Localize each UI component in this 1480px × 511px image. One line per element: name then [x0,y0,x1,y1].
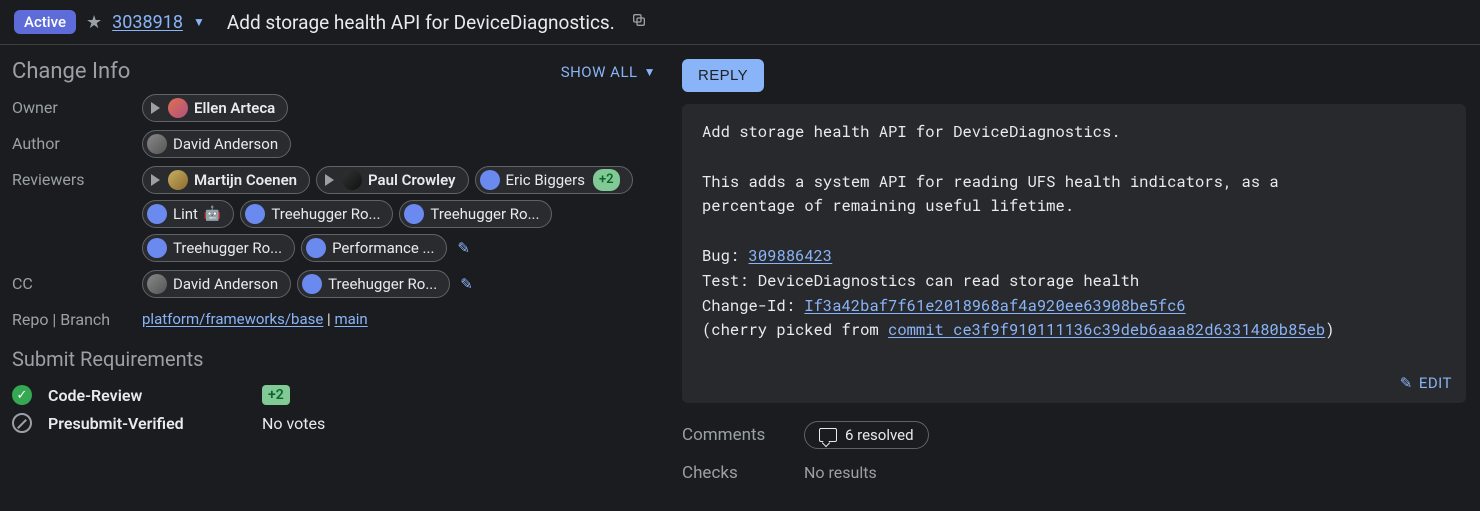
avatar [480,170,500,190]
robot-icon: 🤖 [204,203,221,225]
avatar [168,170,188,190]
avatar [245,204,265,224]
author-label: Author [12,130,142,153]
show-all-button[interactable]: SHOW ALL ▼ [561,63,658,81]
commit-message-box: Add storage health API for DeviceDiagnos… [682,104,1466,403]
bug-link[interactable]: 309886423 [749,246,833,266]
reviewer-name: Performance ... [332,237,434,259]
requirement-row: ✓ Code-Review +2 [8,381,658,409]
description-panel: REPLY Add storage health API for DeviceD… [682,59,1466,483]
owner-name: Ellen Arteca [194,97,275,119]
change-number-link[interactable]: 3038918 [112,12,183,33]
branch-link[interactable]: main [334,310,367,328]
edit-label: EDIT [1419,371,1452,395]
reviewer-chip[interactable]: Eric Biggers +2 [475,166,633,194]
reviewer-name: Lint [173,203,198,225]
requirement-value: No votes [262,414,654,433]
reviewer-chip[interactable]: Martijn Coenen [142,166,310,194]
reviewer-name: Paul Crowley [368,169,455,191]
checks-label: Checks [682,463,792,483]
changeid-link[interactable]: If3a42baf7f61e2018968af4a920ee63908be5fc… [804,296,1185,316]
chevron-down-icon[interactable]: ▼ [193,15,205,29]
edit-cc-icon[interactable]: ✎ [460,275,473,293]
repo-link[interactable]: platform/frameworks/base [142,310,323,328]
chevron-down-icon: ▼ [644,65,656,79]
cc-chip[interactable]: David Anderson [142,270,291,298]
check-circle-icon: ✓ [12,385,32,405]
avatar [147,204,167,224]
status-badge: Active [14,10,76,34]
reviewer-chip[interactable]: Performance ... [301,234,447,262]
change-info-panel: Change Info SHOW ALL ▼ Owner Ellen Artec… [8,59,658,483]
avatar [147,238,167,258]
submit-requirements-heading: Submit Requirements [12,347,658,371]
owner-chip[interactable]: Ellen Arteca [142,94,288,122]
owner-label: Owner [12,94,142,117]
reviewer-chip[interactable]: Lint 🤖 [142,200,234,228]
avatar [306,238,326,258]
requirement-name: Presubmit-Verified [48,414,258,433]
avatar [147,134,167,154]
vote-badge: +2 [593,169,620,191]
reviewer-name: Treehugger Ro... [271,203,380,225]
avatar [404,204,424,224]
cherry-prefix: (cherry picked from [702,320,888,340]
block-circle-icon [12,413,32,433]
avatar [302,274,322,294]
avatar [168,98,188,118]
cc-name: Treehugger Ro... [328,273,437,295]
checks-value: No results [804,463,1466,482]
desc-body: This adds a system API for reading UFS h… [702,172,1279,217]
requirement-value: +2 [262,385,290,405]
bug-label: Bug: [702,246,749,266]
reviewer-name: Treehugger Ro... [430,203,539,225]
desc-title-line: Add storage health API for DeviceDiagnos… [702,122,1121,142]
reply-button[interactable]: REPLY [682,59,764,92]
reviewer-name: Martijn Coenen [194,169,297,191]
reviewer-name: Eric Biggers [506,169,585,191]
repo-branch-separator: | [323,310,334,328]
comment-icon [819,428,837,442]
cc-label: CC [12,270,142,293]
reviewer-chip[interactable]: Treehugger Ro... [142,234,295,262]
star-icon[interactable]: ★ [86,12,102,33]
edit-description-button[interactable]: ✎ EDIT [1400,371,1452,395]
cc-chip[interactable]: Treehugger Ro... [297,270,450,298]
comments-resolved-chip[interactable]: 6 resolved [804,421,929,449]
repo-branch-label: Repo | Branch [12,306,142,329]
comments-resolved-text: 6 resolved [845,426,914,444]
attention-icon [325,174,334,186]
attention-icon [151,174,160,186]
requirement-row: Presubmit-Verified No votes [8,409,658,437]
change-info-heading: Change Info [12,59,130,84]
comments-label: Comments [682,425,792,445]
change-header: Active ★ 3038918 ▼ Add storage health AP… [0,0,1480,45]
reviewer-chip[interactable]: Treehugger Ro... [399,200,552,228]
show-all-label: SHOW ALL [561,63,638,81]
edit-reviewers-icon[interactable]: ✎ [457,239,470,257]
copy-icon[interactable] [631,12,647,32]
attention-icon [151,102,160,114]
test-line: Test: DeviceDiagnostics can read storage… [702,271,1139,291]
changeid-label: Change-Id: [702,296,804,316]
avatar [342,170,362,190]
author-name: David Anderson [173,133,278,155]
requirement-name: Code-Review [48,386,258,405]
cherry-pick-link[interactable]: commit ce3f9f910111136c39deb6aaa82d63314… [888,320,1325,340]
cc-name: David Anderson [173,273,278,295]
pencil-icon: ✎ [1400,371,1413,395]
cherry-suffix: ) [1325,320,1334,340]
reviewer-chip[interactable]: Paul Crowley [316,166,468,194]
avatar [147,274,167,294]
reviewer-name: Treehugger Ro... [173,237,282,259]
reviewers-label: Reviewers [12,166,142,189]
reviewer-chip[interactable]: Treehugger Ro... [240,200,393,228]
change-title: Add storage health API for DeviceDiagnos… [227,11,615,34]
author-chip[interactable]: David Anderson [142,130,291,158]
